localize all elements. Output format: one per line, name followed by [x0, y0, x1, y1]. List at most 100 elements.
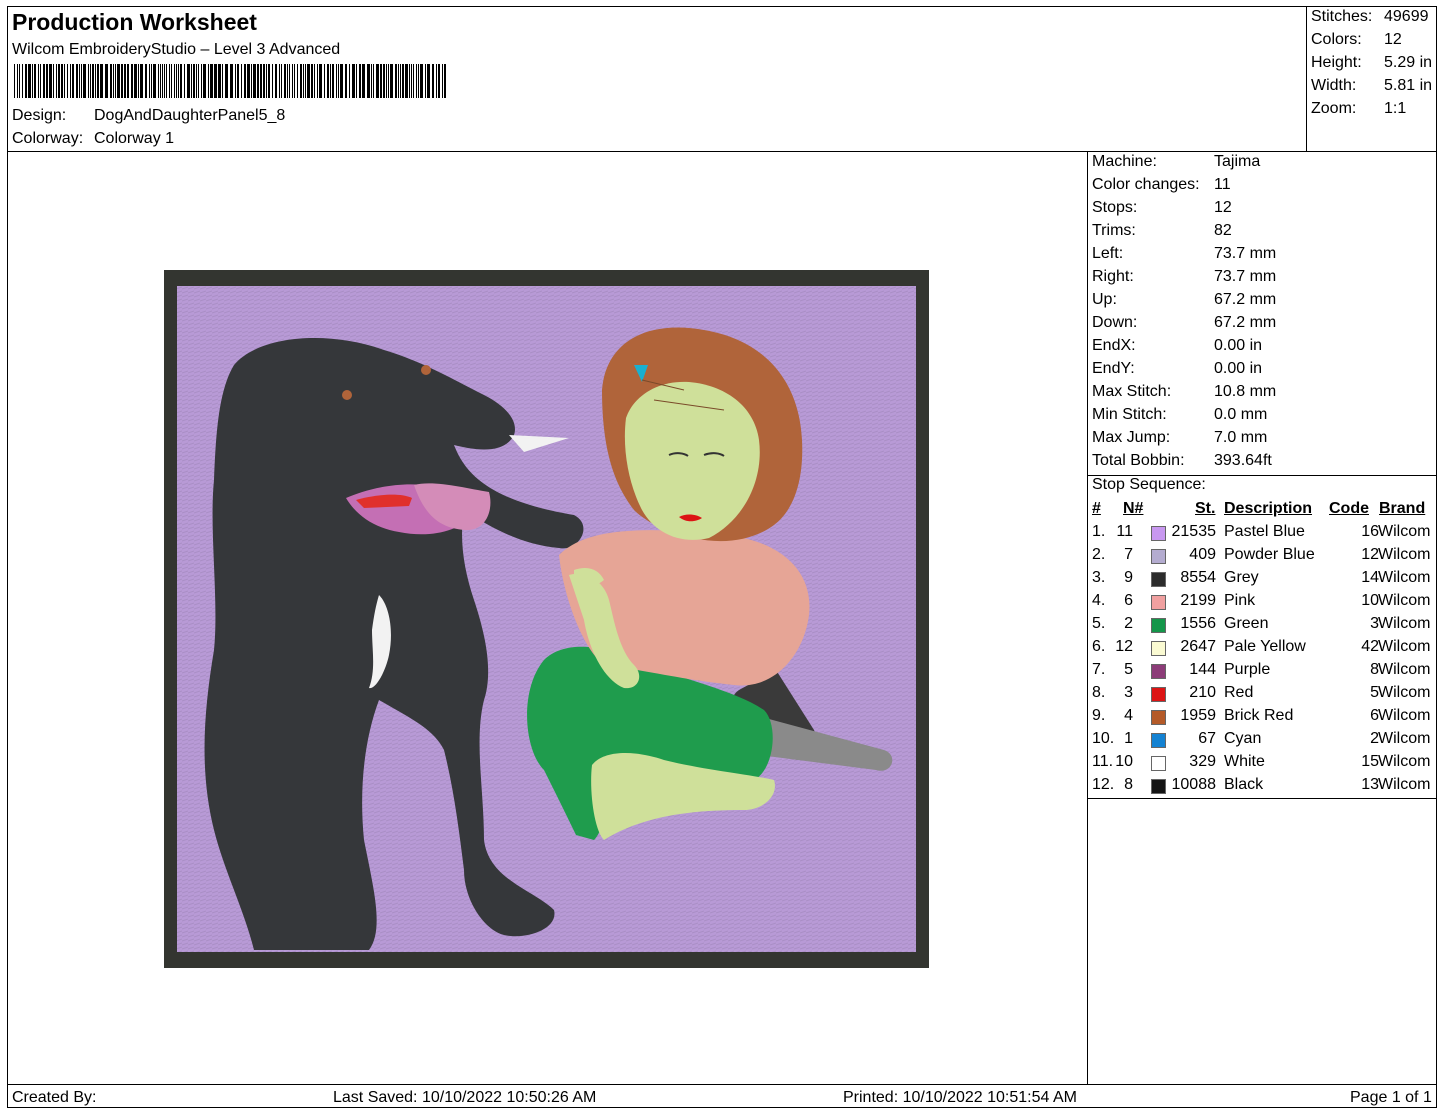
- sequence-index: 3.: [1092, 569, 1106, 586]
- sequence-description: Powder Blue: [1224, 546, 1315, 563]
- sequence-brand: Wilcom: [1378, 592, 1431, 609]
- stats-divider: [1306, 6, 1307, 152]
- sequence-brand: Wilcom: [1378, 638, 1431, 655]
- sequence-description: White: [1224, 753, 1265, 770]
- sequence-description: Pale Yellow: [1224, 638, 1306, 655]
- sequence-index: 5.: [1092, 615, 1106, 632]
- color-swatch: [1151, 733, 1166, 748]
- sequence-brand: Wilcom: [1378, 546, 1431, 563]
- trims-value: 82: [1214, 222, 1232, 239]
- sequence-index: 9.: [1092, 707, 1106, 724]
- max-jump-label: Max Jump:: [1092, 429, 1171, 446]
- sequence-row: 4. 6 2199 Pink 10 Wilcom: [1088, 592, 1437, 615]
- colors-value: 12: [1384, 31, 1402, 48]
- sequence-needle: 12: [1115, 638, 1133, 655]
- zoom-label: Zoom:: [1311, 100, 1357, 117]
- min-stitch-label: Min Stitch:: [1092, 406, 1167, 423]
- sequence-index: 10.: [1092, 730, 1115, 747]
- sequence-index: 12.: [1092, 776, 1115, 793]
- right-value: 73.7 mm: [1214, 268, 1277, 285]
- endy-label: EndY:: [1092, 360, 1135, 377]
- header-divider: [7, 151, 1437, 152]
- sequence-stitches: 67: [1198, 730, 1216, 747]
- sequence-needle: 7: [1124, 546, 1133, 563]
- sequence-description: Cyan: [1224, 730, 1262, 747]
- machine-value: Tajima: [1214, 153, 1261, 170]
- machine-label: Machine:: [1092, 153, 1157, 170]
- sequence-needle: 5: [1124, 661, 1133, 678]
- sequence-code: 42: [1361, 638, 1379, 655]
- total-bobbin-value: 393.64ft: [1214, 452, 1272, 469]
- stitches-value: 49699: [1384, 8, 1429, 25]
- sequence-index: 4.: [1092, 592, 1106, 609]
- sequence-row: 11. 10 329 White 15 Wilcom: [1088, 753, 1437, 776]
- sequence-row: 6. 12 2647 Pale Yellow 42 Wilcom: [1088, 638, 1437, 661]
- sequence-stitches: 2199: [1180, 592, 1216, 609]
- sequence-description: Black: [1224, 776, 1264, 793]
- color-changes-label: Color changes:: [1092, 176, 1200, 193]
- created-by: Created By:: [12, 1089, 97, 1106]
- color-swatch: [1151, 641, 1166, 656]
- color-swatch: [1151, 526, 1166, 541]
- sequence-code: 12: [1361, 546, 1379, 563]
- color-swatch: [1151, 756, 1166, 771]
- sequence-brand: Wilcom: [1378, 753, 1431, 770]
- sequence-stitches: 8554: [1180, 569, 1216, 586]
- barcode-icon: [14, 64, 446, 98]
- sequence-stitches: 1959: [1180, 707, 1216, 724]
- sequence-stitches: 210: [1189, 684, 1216, 701]
- sequence-description: Purple: [1224, 661, 1271, 678]
- col-header-index: #: [1092, 500, 1101, 517]
- sequence-needle: 4: [1124, 707, 1133, 724]
- color-swatch: [1151, 779, 1166, 794]
- endy-value: 0.00 in: [1214, 360, 1263, 377]
- col-header-stitches: St.: [1195, 500, 1216, 517]
- col-header-code: Code: [1329, 500, 1369, 517]
- sequence-row: 10. 1 67 Cyan 2 Wilcom: [1088, 730, 1437, 753]
- sequence-index: 2.: [1092, 546, 1106, 563]
- sequence-row: 7. 5 144 Purple 8 Wilcom: [1088, 661, 1437, 684]
- color-swatch: [1151, 595, 1166, 610]
- sequence-code: 16: [1361, 523, 1379, 540]
- sequence-description: Brick Red: [1224, 707, 1294, 724]
- width-label: Width:: [1311, 77, 1357, 94]
- sequence-row: 5. 2 1556 Green 3 Wilcom: [1088, 615, 1437, 638]
- col-header-needle: N#: [1123, 500, 1144, 517]
- sequence-code: 13: [1361, 776, 1379, 793]
- color-changes-value: 11: [1214, 176, 1231, 193]
- zoom-value: 1:1: [1384, 100, 1407, 117]
- sequence-index: 6.: [1092, 638, 1106, 655]
- colorway-value: Colorway 1: [94, 130, 175, 147]
- sequence-stitches: 21535: [1171, 523, 1217, 540]
- sequence-stitches: 329: [1189, 753, 1216, 770]
- sequence-index: 8.: [1092, 684, 1106, 701]
- sequence-stitches: 2647: [1180, 638, 1216, 655]
- total-bobbin-label: Total Bobbin:: [1092, 452, 1185, 469]
- width-value: 5.81 in: [1384, 77, 1433, 94]
- sequence-code: 10: [1361, 592, 1379, 609]
- sequence-row: 2. 7 409 Powder Blue 12 Wilcom: [1088, 546, 1437, 569]
- sequence-stitches: 409: [1189, 546, 1216, 563]
- sequence-brand: Wilcom: [1378, 569, 1431, 586]
- sequence-code: 14: [1361, 569, 1379, 586]
- design-name: DogAndDaughterPanel5_8: [94, 107, 286, 124]
- sequence-needle: 3: [1124, 684, 1133, 701]
- sequence-description: Pastel Blue: [1224, 523, 1305, 540]
- design-label: Design:: [12, 107, 67, 124]
- left-label: Left:: [1092, 245, 1124, 262]
- height-label: Height:: [1311, 54, 1362, 71]
- down-label: Down:: [1092, 314, 1138, 331]
- design-preview: [164, 270, 929, 968]
- max-stitch-label: Max Stitch:: [1092, 383, 1172, 400]
- max-jump-value: 7.0 mm: [1214, 429, 1268, 446]
- sequence-index: 7.: [1092, 661, 1106, 678]
- trims-label: Trims:: [1092, 222, 1136, 239]
- colorway-label: Colorway:: [12, 130, 84, 147]
- color-swatch: [1151, 710, 1166, 725]
- sequence-index: 11.: [1092, 753, 1114, 770]
- right-label: Right:: [1092, 268, 1134, 285]
- sequence-index: 1.: [1092, 523, 1106, 540]
- sequence-row: 9. 4 1959 Brick Red 6 Wilcom: [1088, 707, 1437, 730]
- sequence-description: Red: [1224, 684, 1254, 701]
- endx-label: EndX:: [1092, 337, 1136, 354]
